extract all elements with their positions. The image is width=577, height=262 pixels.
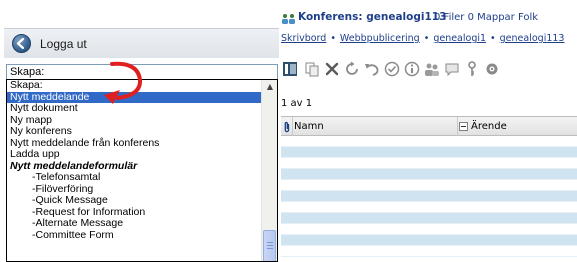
breadcrumb: Skrivbord • Webbpublicering • genealogi1 • gen…	[281, 33, 577, 44]
breadcrumb-item-webbpublicering[interactable]: Webbpublicering	[340, 33, 420, 44]
collapse-toggle-icon[interactable]	[459, 122, 468, 131]
create-dropdown-list[interactable]: Skapa: Nytt meddelande Nytt dokument Ny map…	[6, 79, 278, 262]
table-row	[281, 246, 577, 257]
pager-text: 1 av 1	[281, 98, 313, 109]
breadcrumb-item-genealogi113[interactable]: genealogi113	[500, 33, 565, 44]
dropdown-option[interactable]: -Telefonsamtal	[7, 171, 261, 184]
table-row	[281, 136, 577, 147]
breadcrumb-separator: •	[490, 33, 496, 44]
settings-icon[interactable]	[483, 60, 501, 78]
logout-label: Logga ut	[40, 36, 87, 51]
conference-title: Konferens: genealogi113	[298, 11, 447, 23]
scroll-grip-icon	[267, 242, 273, 250]
grid-header: Namn Ärende	[281, 116, 577, 136]
toolbar	[281, 52, 577, 86]
users-icon[interactable]	[423, 60, 441, 78]
table-row	[281, 235, 577, 246]
conference-header: Konferens: genealogi113 0 Filer 0 Mappar…	[281, 0, 577, 30]
table-row	[281, 202, 577, 213]
breadcrumb-item-skrivbord[interactable]: Skrivbord	[281, 33, 326, 44]
logout-button[interactable]: Logga ut	[4, 28, 279, 58]
check-icon[interactable]	[383, 60, 401, 78]
dropdown-option[interactable]: -Committee Form	[7, 229, 261, 242]
dropdown-option[interactable]: Ny konferens	[7, 125, 261, 138]
breadcrumb-separator: •	[330, 33, 336, 44]
grid-body	[281, 136, 577, 257]
breadcrumb-separator: •	[423, 33, 430, 44]
info-icon[interactable]	[403, 60, 421, 78]
table-row	[281, 147, 577, 158]
conference-users-icon	[282, 14, 295, 24]
create-select[interactable]: Skapa:	[6, 64, 278, 80]
dropdown-option[interactable]: -Alternate Message	[7, 217, 261, 230]
logout-icon	[12, 34, 31, 53]
paperclip-icon	[284, 121, 289, 132]
undo-icon[interactable]	[363, 60, 381, 78]
table-row	[281, 180, 577, 191]
column-header-subject[interactable]: Ärende	[458, 117, 577, 136]
table-row	[281, 191, 577, 202]
delete-icon[interactable]	[323, 60, 341, 78]
dropdown-option[interactable]: Skapa:	[7, 80, 261, 92]
dropdown-scrollbar[interactable]: ▲	[261, 80, 277, 261]
table-row	[281, 213, 577, 224]
copy-icon[interactable]	[303, 60, 321, 78]
left-panel: Logga ut Skapa: Skapa: Nytt meddelande Nyt…	[0, 0, 281, 262]
scroll-up-arrow-icon[interactable]: ▲	[265, 82, 275, 92]
dropdown-options: Skapa: Nytt meddelande Nytt dokument Ny map…	[7, 80, 261, 241]
refresh-icon[interactable]	[343, 60, 361, 78]
breadcrumb-item-genealogi1[interactable]: genealogi1	[433, 33, 486, 44]
dropdown-option[interactable]: Ladda upp	[7, 148, 261, 161]
table-row	[281, 169, 577, 180]
scroll-thumb[interactable]	[263, 230, 276, 261]
main-panel: Konferens: genealogi113 0 Filer 0 Mappar…	[281, 0, 577, 262]
chat-icon[interactable]	[443, 60, 461, 78]
message-grid: Namn Ärende	[281, 116, 577, 262]
column-header-subject-label: Ärende	[471, 121, 507, 132]
panel-toggle-icon[interactable]	[281, 60, 299, 78]
conference-stats: 0 Filer 0 Mappar Folk	[434, 12, 539, 23]
key-icon[interactable]	[463, 60, 481, 78]
dropdown-option[interactable]: -Quick Message	[7, 194, 261, 207]
table-row	[281, 158, 577, 169]
column-header-name[interactable]: Namn	[293, 117, 458, 136]
dropdown-option[interactable]: Nytt dokument	[7, 102, 261, 115]
table-row	[281, 224, 577, 235]
column-header-attachment[interactable]	[281, 117, 293, 136]
